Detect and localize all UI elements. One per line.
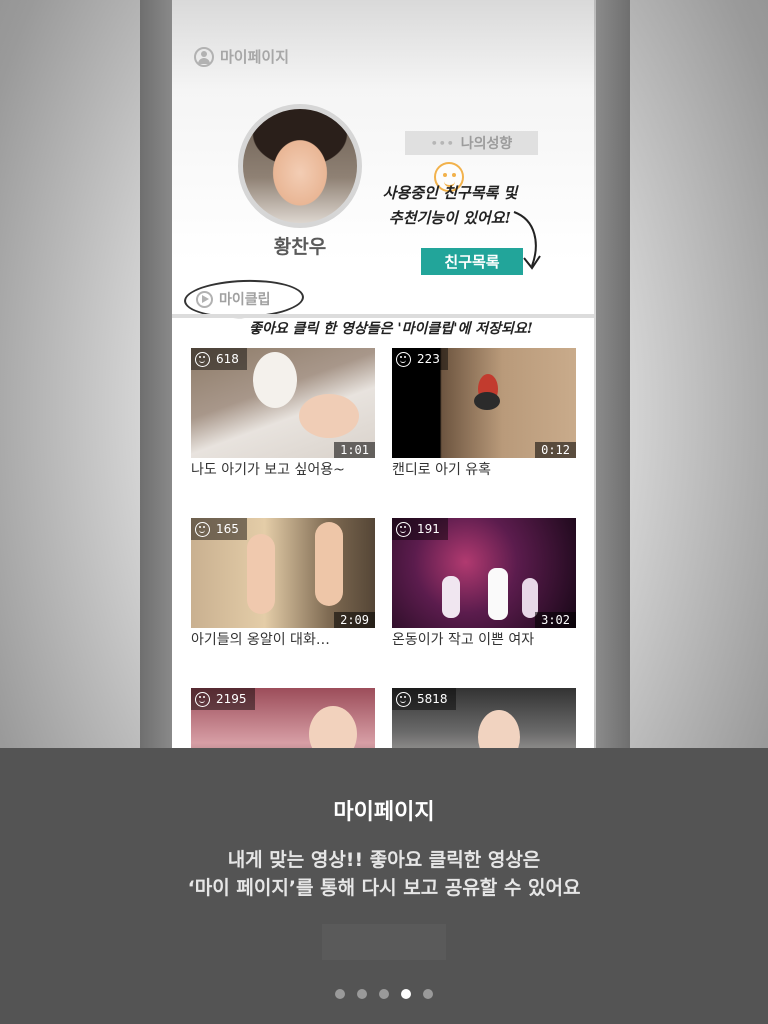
page-dot[interactable] (357, 989, 367, 999)
avatar[interactable] (238, 104, 362, 228)
page-dot[interactable] (423, 989, 433, 999)
like-count-badge: 223 (392, 348, 448, 370)
clip-thumbnail[interactable]: 223 0:12 (392, 348, 576, 458)
like-count-badge: 191 (392, 518, 448, 540)
play-circle-icon (196, 290, 213, 308)
clip-duration: 3:02 (535, 612, 576, 628)
page-dot[interactable] (335, 989, 345, 999)
page-dot-active[interactable] (401, 989, 411, 999)
my-tendency-label: 나의성향 (460, 136, 513, 152)
overlay-description-line1: 내게 맞는 영상!! 좋아요 클릭한 영상은 (227, 849, 541, 871)
mypage-header-label: 마이페이지 (220, 48, 290, 66)
right-page-edge (596, 0, 630, 748)
like-count: 165 (216, 522, 239, 536)
smile-icon (195, 521, 210, 537)
myclip-annotation: 좋아요 클릭 한 영상들은 '마이클립'에 저장되요! (249, 321, 533, 337)
clip-thumbnail[interactable]: 2195 (191, 688, 375, 748)
left-page-edge (140, 0, 174, 748)
friend-list-button[interactable]: 친구목록 (421, 248, 523, 275)
page-indicator (0, 989, 768, 999)
like-count-badge: 2195 (191, 688, 255, 710)
tab-myclip-label: 마이클립 (219, 292, 271, 308)
clip-card[interactable]: 618 1:01 나도 아기가 보고 싶어용~ (191, 348, 375, 479)
clip-title[interactable]: 온동이가 작고 이쁜 여자 (392, 629, 576, 649)
clip-duration: 1:01 (334, 442, 375, 458)
like-count-badge: 165 (191, 518, 247, 540)
smile-icon (396, 351, 411, 367)
like-count: 191 (417, 522, 440, 536)
friend-annotation: 사용중인 친구목록 및 추천기능이 있어요! (375, 181, 525, 231)
clip-card[interactable]: 223 0:12 캔디로 아기 유혹 (392, 348, 576, 479)
overlay-title: 마이페이지 (333, 800, 435, 825)
clip-title[interactable]: 아기들의 옹알이 대화… (191, 629, 375, 649)
my-tendency-button[interactable]: ••• 나의성향 (405, 131, 538, 155)
clip-title[interactable]: 나도 아기가 보고 싶어용~ (191, 459, 375, 479)
smile-icon (396, 521, 411, 537)
overlay-description: 내게 맞는 영상!! 좋아요 클릭한 영상은 ‘마이 페이지’를 통해 다시 보… (0, 846, 768, 902)
phone-screen: 마이페이지 황찬우 ••• 나의성향 사용중인 친구목록 및 추천기능이 있어요… (172, 0, 594, 748)
smile-icon (195, 691, 210, 707)
tab-myclip[interactable]: 마이클립 (186, 284, 304, 314)
mypage-header: 마이페이지 (194, 46, 289, 67)
clip-card[interactable]: 2195 (191, 688, 375, 748)
user-circle-icon (194, 46, 214, 67)
clip-card[interactable]: 191 3:02 온동이가 작고 이쁜 여자 (392, 518, 576, 649)
like-count-badge: 5818 (392, 688, 456, 710)
clip-thumbnail[interactable]: 191 3:02 (392, 518, 576, 628)
smile-icon (195, 351, 210, 367)
profile-name: 황찬우 (273, 236, 327, 258)
overlay-ghost-button[interactable] (322, 924, 446, 960)
like-count-badge: 618 (191, 348, 247, 370)
like-count: 618 (216, 352, 239, 366)
clip-card[interactable]: 165 2:09 아기들의 옹알이 대화… (191, 518, 375, 649)
dots-icon: ••• (430, 136, 455, 150)
smile-icon (396, 691, 411, 707)
overlay-description-line2: ‘마이 페이지’를 통해 다시 보고 공유할 수 있어요 (187, 877, 581, 899)
clip-title[interactable]: 캔디로 아기 유혹 (392, 459, 576, 479)
like-count: 5818 (417, 692, 448, 706)
like-count: 223 (417, 352, 440, 366)
clip-thumbnail[interactable]: 5818 (392, 688, 576, 748)
clip-thumbnail[interactable]: 618 1:01 (191, 348, 375, 458)
clip-thumbnail[interactable]: 165 2:09 (191, 518, 375, 628)
like-count: 2195 (216, 692, 247, 706)
clip-duration: 0:12 (535, 442, 576, 458)
friend-annotation-line2: 추천기능이 있어요! (388, 209, 512, 227)
friend-annotation-line1: 사용중인 친구목록 및 (382, 184, 518, 202)
clip-duration: 2:09 (334, 612, 375, 628)
page-dot[interactable] (379, 989, 389, 999)
clip-card[interactable]: 5818 (392, 688, 576, 748)
